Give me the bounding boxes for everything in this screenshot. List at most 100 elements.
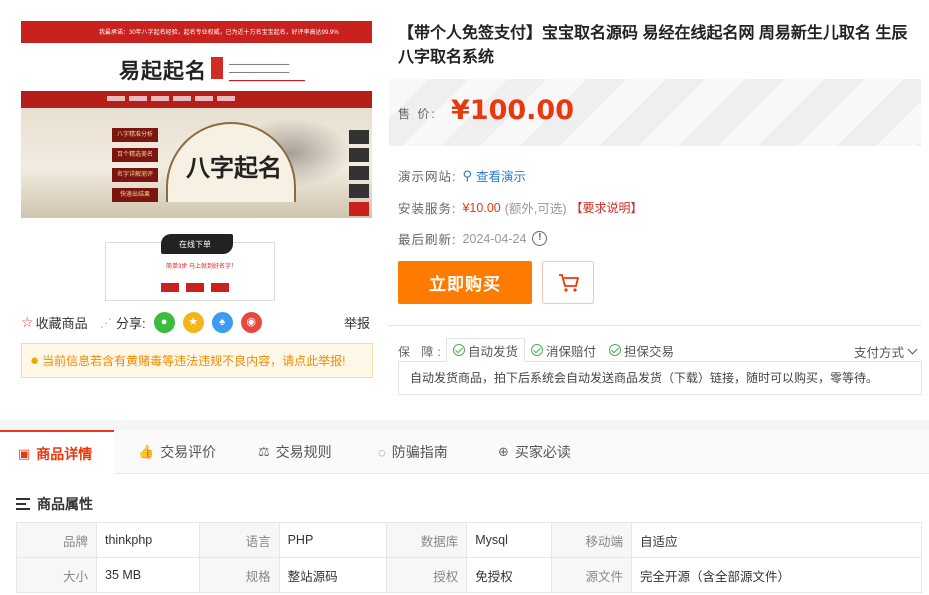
preview-banner-button: 名字详解测评 xyxy=(112,168,158,182)
preview-nav xyxy=(21,91,372,108)
attr-value: 35 MB xyxy=(96,557,200,593)
preview-side-tab xyxy=(349,184,369,198)
preview-slogan: ━━━━━━━━━━━━━━━━━━ xyxy=(229,78,305,85)
buy-now-button[interactable]: 立即购买 xyxy=(398,261,532,304)
details-icon: ▣ xyxy=(18,445,31,461)
section-gap xyxy=(0,420,929,430)
qq-icon[interactable]: ♠ xyxy=(211,312,233,333)
table-row: 大小 35 MB 规格 整站源码 授权 免授权 源文件 完全开源（含全部源文件） xyxy=(16,557,922,593)
attr-key: 源文件 xyxy=(551,557,633,593)
scale-icon: ⚖ xyxy=(258,444,270,459)
attr-value: 免授权 xyxy=(466,557,553,593)
attr-value: Mysql xyxy=(466,522,553,558)
attr-value: 整站源码 xyxy=(278,557,388,593)
install-optional: (额外,可选) xyxy=(504,202,567,216)
check-circle-icon xyxy=(531,344,543,356)
guarantee-tab-escrow[interactable]: 担保交易 xyxy=(603,338,680,362)
preview-mini-button xyxy=(211,283,229,292)
report-link[interactable]: 举报 xyxy=(344,313,370,332)
star-icon: ☆ xyxy=(21,314,34,330)
tab-label: 商品详情 xyxy=(36,445,93,462)
preview-banner-text: 八字起名 xyxy=(186,153,282,182)
share-group: ⋰ 分享: ● ★ ♠ ◉ xyxy=(100,312,266,333)
preview-topbar: 我最承诺：30年八字起名经验，起名专业权威，已为近十万名宝宝起名，好评率高达99… xyxy=(21,21,372,43)
attributes-table: 品牌 thinkphp 语言 PHP 数据库 Mysql 移动端 自适应 大小 … xyxy=(16,522,922,593)
install-row: 安装服务: ¥10.00 (额外,可选) 【要求说明】 xyxy=(398,198,643,217)
report-notice[interactable]: ● 当前信息若含有黄赌毒等违法违规不良内容，请点此举报! xyxy=(21,343,373,378)
preview-side-tab xyxy=(349,166,369,180)
qzone-icon[interactable]: ★ xyxy=(182,312,204,333)
guarantee-description: 自动发货商品，拍下后系统会自动发送商品发货（下载）链接，随时可以购买，零等待。 xyxy=(398,361,922,395)
tab-product-details[interactable]: ▣ 商品详情 xyxy=(0,430,115,475)
favorite-label: 收藏商品 xyxy=(35,316,88,331)
lightbulb-icon: ● xyxy=(30,352,40,369)
favorite-button[interactable]: ☆ 收藏商品 xyxy=(21,313,88,332)
guarantee-row: 保 障: 自动发货 消保赔付 担保交易 支付方式 xyxy=(398,338,922,362)
check-circle-icon xyxy=(453,344,465,356)
tab-buyer-notice[interactable]: ⊕ 买家必读 xyxy=(480,430,593,474)
cart-icon xyxy=(559,274,579,292)
tab-reviews[interactable]: 👍 交易评价 xyxy=(120,430,238,474)
attr-key: 品牌 xyxy=(16,522,97,558)
refresh-row: 最后刷新: 2024-04-24 ! xyxy=(398,229,548,248)
tab-anti-fraud[interactable]: ◌ 防骗指南 xyxy=(360,430,470,474)
guarantee-tab-compensation[interactable]: 消保赔付 xyxy=(525,338,602,362)
add-to-cart-button[interactable] xyxy=(542,261,594,304)
preview-side-tab xyxy=(349,202,369,216)
preview-banner: 八字起名 八字精准分析 百个精选美名 名字详解测评 快速出结果 xyxy=(21,108,372,218)
preview-topbar-text: 我最承诺：30年八字起名经验，起名专业权威，已为近十万名宝宝起名，好评率高达99… xyxy=(99,30,339,36)
attr-key: 授权 xyxy=(386,557,468,593)
preview-brush: 在线下单 xyxy=(161,234,233,254)
preview-card-title: 在线下单 xyxy=(179,240,211,249)
demo-row: 演示网站: ⚲ 查看演示 xyxy=(398,166,526,185)
demo-link[interactable]: ⚲ 查看演示 xyxy=(462,166,526,185)
guarantee-label: 保 障: xyxy=(398,345,445,359)
preview-banner-button: 八字精准分析 xyxy=(112,128,158,142)
attr-value: 完全开源（含全部源文件） xyxy=(631,557,922,593)
screenshot-preview-top: 我最承诺：30年八字起名经验，起名专业权威，已为近十万名宝宝起名，好评率高达99… xyxy=(21,21,372,218)
product-image[interactable]: 我最承诺：30年八字起名经验，起名专业权威，已为近十万名宝宝起名，好评率高达99… xyxy=(21,21,372,301)
list-icon xyxy=(16,497,34,511)
search-icon: ⚲ xyxy=(462,167,473,183)
attr-value: 自适应 xyxy=(631,522,922,558)
preview-card-text: 简单3步 马上就到好名字！ xyxy=(166,264,238,270)
guarantee-tab-auto-delivery[interactable]: 自动发货 xyxy=(446,338,526,362)
info-icon[interactable]: ! xyxy=(532,231,548,246)
divider xyxy=(388,325,922,326)
refresh-label: 最后刷新: xyxy=(398,233,457,247)
payment-method-dropdown[interactable]: 支付方式 xyxy=(853,342,918,361)
guarantee-tab-label: 消保赔付 xyxy=(546,344,597,359)
chevron-down-icon xyxy=(907,344,918,355)
payment-method-label: 支付方式 xyxy=(853,346,904,360)
attr-key: 语言 xyxy=(198,522,280,558)
price-box: 售 价: ¥100.00 xyxy=(389,79,921,146)
wechat-icon[interactable]: ● xyxy=(153,312,175,333)
preview-side-tab xyxy=(349,130,369,144)
install-label: 安装服务: xyxy=(398,202,457,216)
price-value: ¥100.00 xyxy=(451,95,574,126)
detail-tabs: ▣ 商品详情 👍 交易评价 ⚖ 交易规则 ◌ 防骗指南 ⊕ 买家必读 xyxy=(0,430,929,475)
install-price: ¥10.00 xyxy=(462,200,501,215)
preview-side-tab xyxy=(349,148,369,162)
share-label: 分享: xyxy=(116,316,146,331)
preview-banner-button: 百个精选美名 xyxy=(112,148,158,162)
preview-mini-button xyxy=(161,283,179,292)
attr-key: 规格 xyxy=(198,557,280,593)
price-label: 售 价: xyxy=(398,107,437,121)
attributes-heading: 商品属性 xyxy=(16,494,93,514)
install-request-link[interactable]: 【要求说明】 xyxy=(571,199,643,216)
weibo-icon[interactable]: ◉ xyxy=(240,312,262,333)
tab-label: 防骗指南 xyxy=(391,444,448,460)
guarantee-tab-label: 自动发货 xyxy=(468,344,519,359)
preview-header-text: ━━━━━━━━━━━━━━━━━━━━ ━━━━━━━━━━━━━━━━━━━━ xyxy=(229,62,290,76)
preview-mini-button xyxy=(186,283,204,292)
preview-seal xyxy=(211,57,223,79)
refresh-date: 2024-04-24 xyxy=(462,231,527,246)
tab-label: 交易评价 xyxy=(160,444,217,460)
share-icon: ⋰ xyxy=(100,315,112,330)
demo-label: 演示网站: xyxy=(398,170,457,184)
attr-key: 数据库 xyxy=(386,522,468,558)
attributes-title: 商品属性 xyxy=(37,496,93,512)
attr-key: 移动端 xyxy=(551,522,633,558)
tab-trade-rules[interactable]: ⚖ 交易规则 xyxy=(240,430,354,474)
